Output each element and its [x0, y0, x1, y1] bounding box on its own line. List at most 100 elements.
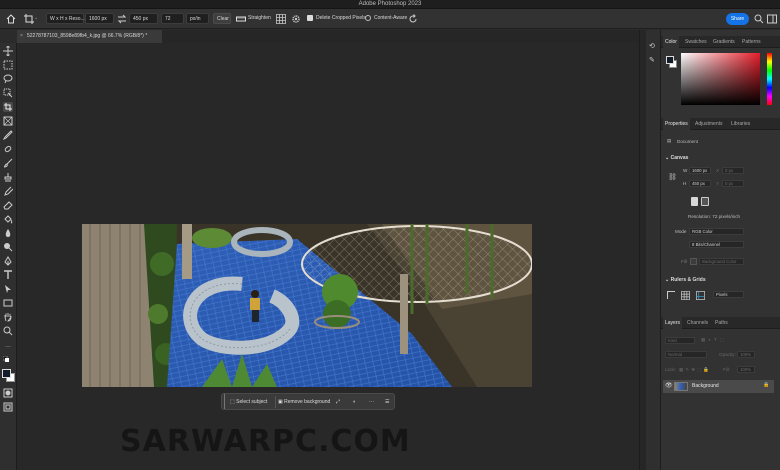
home-icon[interactable] — [6, 14, 16, 24]
resolution-field[interactable]: 72 — [161, 13, 184, 24]
tab-channels[interactable]: Channels — [687, 317, 708, 329]
dodge-tool-icon[interactable] — [3, 242, 13, 252]
ratio-select[interactable]: W x H x Reso... — [46, 13, 85, 24]
document-tab[interactable]: × 522787871​03_8598e89fb4_k.jpg @ 66.7% … — [17, 30, 162, 43]
history-brush-icon[interactable] — [3, 186, 13, 196]
layer-row[interactable]: 👁 Background 🔒 — [663, 380, 774, 393]
portrait-orientation-icon[interactable] — [691, 197, 698, 206]
search-icon[interactable] — [754, 14, 764, 24]
blur-tool-icon[interactable] — [3, 228, 13, 238]
healing-brush-icon[interactable] — [3, 144, 13, 154]
tab-swatches[interactable]: Swatches — [685, 36, 707, 48]
path-selection-icon[interactable] — [3, 284, 13, 294]
close-icon[interactable]: × — [20, 30, 23, 43]
canvas-width-field[interactable]: 1600 px — [689, 167, 711, 174]
quick-mask-icon[interactable] — [3, 388, 13, 398]
vertical-scrollbar[interactable] — [639, 30, 646, 470]
paint-bucket-icon[interactable] — [3, 214, 13, 224]
workspace-icon[interactable] — [767, 14, 777, 24]
default-colors-icon[interactable] — [3, 356, 13, 366]
transform-icon[interactable]: ⤢ — [336, 397, 340, 407]
bit-depth-select[interactable]: 8 Bits/Channel — [689, 241, 744, 248]
canvas-y-field[interactable]: 0 px — [722, 180, 744, 187]
tab-adjustments[interactable]: Adjustments — [695, 118, 723, 130]
height-field[interactable]: 450 px — [129, 13, 158, 24]
canvas-section-title[interactable]: ⌄ Canvas — [665, 155, 688, 161]
tab-paths[interactable]: Paths — [715, 317, 728, 329]
tab-gradients[interactable]: Gradients — [713, 36, 735, 48]
zoom-tool-icon[interactable] — [3, 326, 13, 336]
color-picker-field[interactable] — [681, 53, 760, 105]
content-aware-checkbox[interactable] — [365, 15, 371, 21]
pen-tool-icon[interactable] — [3, 256, 13, 266]
tab-libraries[interactable]: Libraries — [731, 118, 750, 130]
hand-tool-icon[interactable] — [3, 312, 13, 322]
lock-icons[interactable]: ▦✎✥⬚🔒 — [679, 367, 711, 373]
swap-icon[interactable] — [117, 14, 127, 24]
width-field[interactable]: 1600 px — [85, 13, 114, 24]
frame-tool-icon[interactable] — [3, 116, 13, 126]
select-subject-button[interactable]: ⬚ Select subject — [230, 397, 267, 407]
canvas-x-field[interactable]: 0 px — [722, 167, 744, 174]
fill-opacity-field[interactable]: 100% — [737, 366, 755, 373]
layer-filter-icons[interactable]: ▦◐T⬚ — [701, 337, 727, 343]
landscape-orientation-icon[interactable] — [701, 197, 709, 206]
hue-slider[interactable] — [767, 53, 772, 105]
crop-tool-icon[interactable] — [3, 102, 13, 112]
fill-select[interactable]: Background Color — [699, 258, 744, 265]
clone-stamp-icon[interactable] — [3, 172, 13, 182]
ruler-icon[interactable] — [667, 291, 675, 299]
tab-color[interactable]: Color — [663, 36, 679, 48]
eyedropper-icon[interactable] — [3, 130, 13, 140]
screen-mode-icon[interactable] — [3, 402, 13, 412]
drag-handle[interactable] — [224, 394, 227, 409]
straighten-label[interactable]: Straighten — [248, 13, 271, 24]
tab-patterns[interactable]: Patterns — [742, 36, 761, 48]
move-tool-icon[interactable] — [3, 46, 13, 56]
mode-select[interactable]: RGB Color — [689, 228, 744, 235]
foreground-color-swatch[interactable] — [2, 369, 11, 378]
link-icon[interactable]: ⛓ — [668, 173, 677, 181]
brush-tool-icon[interactable] — [3, 158, 13, 168]
grid-overlay-icon[interactable] — [276, 14, 286, 24]
tab-properties[interactable]: Properties — [663, 118, 690, 130]
share-button[interactable]: Share — [726, 13, 749, 25]
color-panel-foreground-swatch[interactable] — [666, 56, 674, 64]
learn-panel-icon[interactable]: ✎ — [649, 56, 658, 65]
rectangle-tool-icon[interactable] — [3, 298, 13, 308]
ruler-units-select[interactable]: Pixels — [713, 291, 744, 298]
chevron-down-icon[interactable]: ⌄ — [34, 13, 38, 24]
content-aware-label[interactable]: Content-Aware — [374, 13, 407, 24]
units-select[interactable]: px/in — [186, 13, 209, 24]
type-tool-icon[interactable] — [3, 270, 13, 280]
tab-layers[interactable]: Layers — [663, 317, 683, 329]
document-image[interactable] — [82, 224, 532, 387]
layer-name[interactable]: Background — [692, 383, 719, 389]
grid-icon[interactable] — [681, 291, 690, 300]
straighten-icon[interactable] — [236, 14, 246, 24]
object-selection-icon[interactable] — [3, 88, 13, 98]
history-panel-icon[interactable]: ⟲ — [649, 42, 658, 51]
remove-background-button[interactable]: ▣ Remove background — [278, 397, 330, 407]
clear-button[interactable]: Clear — [213, 13, 231, 24]
more-tools-icon[interactable]: ··· — [3, 342, 13, 352]
delete-cropped-label[interactable]: Delete Cropped Pixels — [316, 13, 366, 24]
fill-swatch[interactable] — [690, 258, 697, 265]
marquee-tool-icon[interactable] — [3, 60, 13, 70]
eraser-tool-icon[interactable] — [3, 200, 13, 210]
guides-icon[interactable] — [696, 291, 705, 300]
opacity-field[interactable]: 100% — [737, 351, 755, 358]
more-options-icon[interactable]: ··· — [369, 397, 374, 407]
visibility-eye-icon[interactable]: 👁 — [665, 382, 673, 389]
crop-tool-icon[interactable] — [24, 14, 34, 24]
blend-mode-select[interactable]: Normal — [665, 351, 707, 358]
settings-icon[interactable]: ☰ — [385, 397, 389, 407]
adjustment-icon[interactable]: ◐ — [353, 397, 356, 407]
rulers-grids-section-title[interactable]: ⌄ Rulers & Grids — [665, 277, 706, 283]
delete-cropped-checkbox[interactable] — [307, 15, 313, 21]
layer-kind-filter[interactable]: Kind — [665, 337, 695, 344]
canvas-height-field[interactable]: 450 px — [689, 180, 711, 187]
gear-icon[interactable] — [291, 14, 301, 24]
reset-icon[interactable] — [408, 14, 418, 24]
lasso-tool-icon[interactable] — [3, 74, 13, 84]
